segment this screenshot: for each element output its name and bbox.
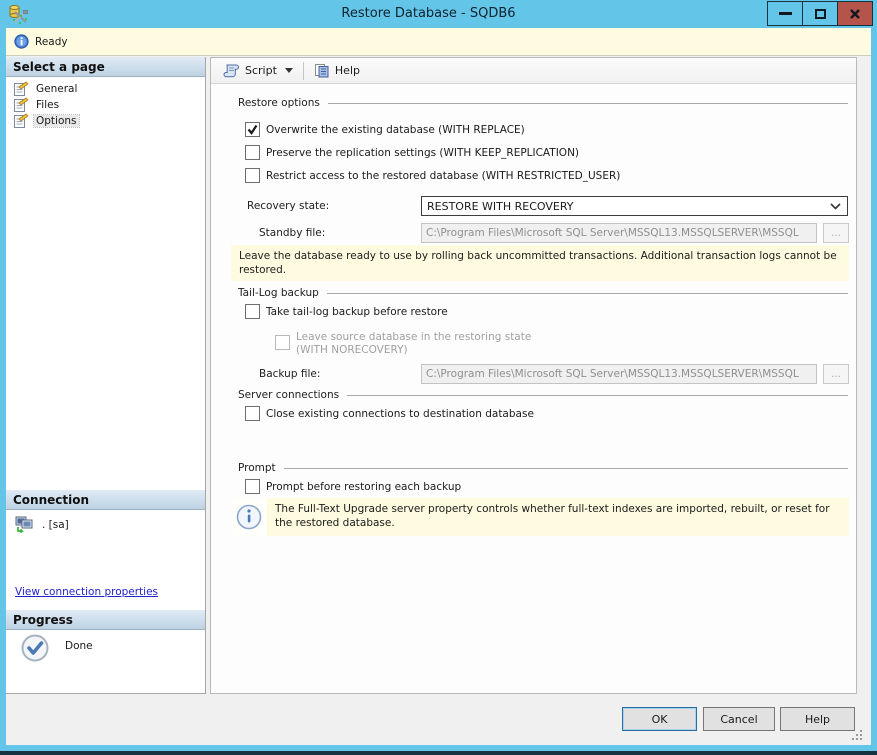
take-tail-log-backup-checkbox[interactable]: Take tail-log backup before restore [245, 304, 448, 319]
script-icon [223, 63, 240, 78]
standby-file-label: Standby file: [259, 227, 325, 239]
fulltext-note-text: The Full-Text Upgrade server property co… [267, 498, 849, 536]
recovery-state-note: Leave the database ready to use by rolli… [231, 245, 849, 281]
maximize-icon [815, 9, 826, 19]
connection-header: Connection [6, 490, 205, 510]
recovery-state-combobox[interactable]: RESTORE WITH RECOVERY [421, 196, 848, 216]
help-button[interactable]: Help [308, 61, 366, 80]
sidebar-item-label: General [34, 83, 79, 95]
ok-button[interactable]: OK [622, 707, 697, 731]
standby-file-browse-button: ... [823, 223, 849, 243]
title-bar[interactable]: Restore Database - SQDB6 [0, 0, 877, 28]
recovery-state-label: Recovery state: [247, 200, 329, 212]
checkbox-checked [245, 122, 260, 137]
sidebar-item-label: Files [34, 99, 61, 111]
connection-value: . [sa] [42, 519, 69, 531]
info-circle-icon [236, 504, 262, 530]
progress-status: Done [65, 640, 93, 652]
view-connection-properties-link[interactable]: View connection properties [15, 586, 158, 598]
status-bar: Ready [6, 28, 871, 56]
sidebar-item-options[interactable]: Options [6, 113, 205, 129]
leave-source-database-checkbox: Leave source database in the restoring s… [275, 331, 531, 357]
prompt-group-header: Prompt [238, 462, 848, 474]
sidebar: Select a page General Files Options Conn… [6, 57, 206, 694]
progress-row: Done [21, 634, 93, 662]
minimize-icon [779, 12, 792, 15]
info-icon [14, 34, 29, 49]
help-footer-button[interactable]: Help [780, 707, 855, 731]
page-list: General Files Options [6, 77, 205, 129]
tail-log-backup-group-header: Tail-Log backup [238, 287, 848, 299]
window-title: Restore Database - SQDB6 [100, 6, 757, 21]
sidebar-item-label: Options [34, 115, 79, 127]
select-a-page-header: Select a page [6, 57, 205, 77]
close-icon [849, 8, 861, 20]
maximize-button[interactable] [802, 1, 838, 26]
recovery-state-value: RESTORE WITH RECOVERY [427, 200, 574, 213]
page-icon [13, 81, 29, 97]
restrict-access-checkbox[interactable]: Restrict access to the restored database… [245, 168, 620, 183]
combobox-chevron-icon [830, 203, 841, 210]
help-icon [314, 63, 330, 78]
backup-file-browse-button: ... [823, 364, 849, 384]
backup-file-field: C:\Program Files\Microsoft SQL Server\MS… [421, 364, 817, 384]
check-icon [247, 124, 258, 135]
resize-grip[interactable] [852, 730, 862, 740]
connection-row: . [sa] [15, 516, 69, 533]
close-button[interactable] [837, 1, 873, 26]
footer: OK Cancel Help [6, 694, 871, 745]
checkbox-unchecked [245, 168, 260, 183]
script-dropdown-caret-icon [285, 68, 293, 73]
options-page-content: Restore options Overwrite the existing d… [211, 84, 856, 693]
standby-file-field: C:\Program Files\Microsoft SQL Server\MS… [421, 223, 817, 243]
checkbox-unchecked [245, 479, 260, 494]
checkbox-disabled [275, 335, 290, 350]
overwrite-existing-database-checkbox[interactable]: Overwrite the existing database (WITH RE… [245, 122, 525, 137]
main-panel: Script Help Restore options [210, 57, 857, 694]
cancel-button[interactable]: Cancel [703, 707, 775, 731]
page-icon [13, 97, 29, 113]
checkbox-unchecked [245, 304, 260, 319]
checkbox-unchecked [245, 406, 260, 421]
toolbar-separator [303, 62, 304, 80]
window-bottom-edge [0, 751, 877, 755]
status-text: Ready [35, 36, 68, 48]
server-connections-group-header: Server connections [238, 389, 848, 401]
restore-database-dialog: Restore Database - SQDB6 Ready Select a … [0, 0, 877, 755]
restore-database-app-icon [8, 4, 30, 24]
toolbar: Script Help [211, 58, 856, 84]
sidebar-item-files[interactable]: Files [6, 97, 205, 113]
done-check-icon [21, 634, 49, 662]
page-icon [13, 113, 29, 129]
script-label: Script [245, 64, 277, 77]
close-existing-connections-checkbox[interactable]: Close existing connections to destinatio… [245, 406, 534, 421]
script-button[interactable]: Script [217, 61, 299, 80]
prompt-before-restoring-checkbox[interactable]: Prompt before restoring each backup [245, 479, 461, 494]
sidebar-item-general[interactable]: General [6, 81, 205, 97]
help-label: Help [335, 64, 360, 77]
fulltext-upgrade-note: The Full-Text Upgrade server property co… [231, 498, 849, 536]
checkbox-unchecked [245, 145, 260, 160]
preserve-replication-settings-checkbox[interactable]: Preserve the replication settings (WITH … [245, 145, 579, 160]
minimize-button[interactable] [767, 1, 803, 26]
restore-options-group-header: Restore options [238, 97, 848, 109]
progress-header: Progress [6, 610, 205, 630]
backup-file-label: Backup file: [259, 368, 320, 380]
server-connection-icon [15, 516, 34, 533]
